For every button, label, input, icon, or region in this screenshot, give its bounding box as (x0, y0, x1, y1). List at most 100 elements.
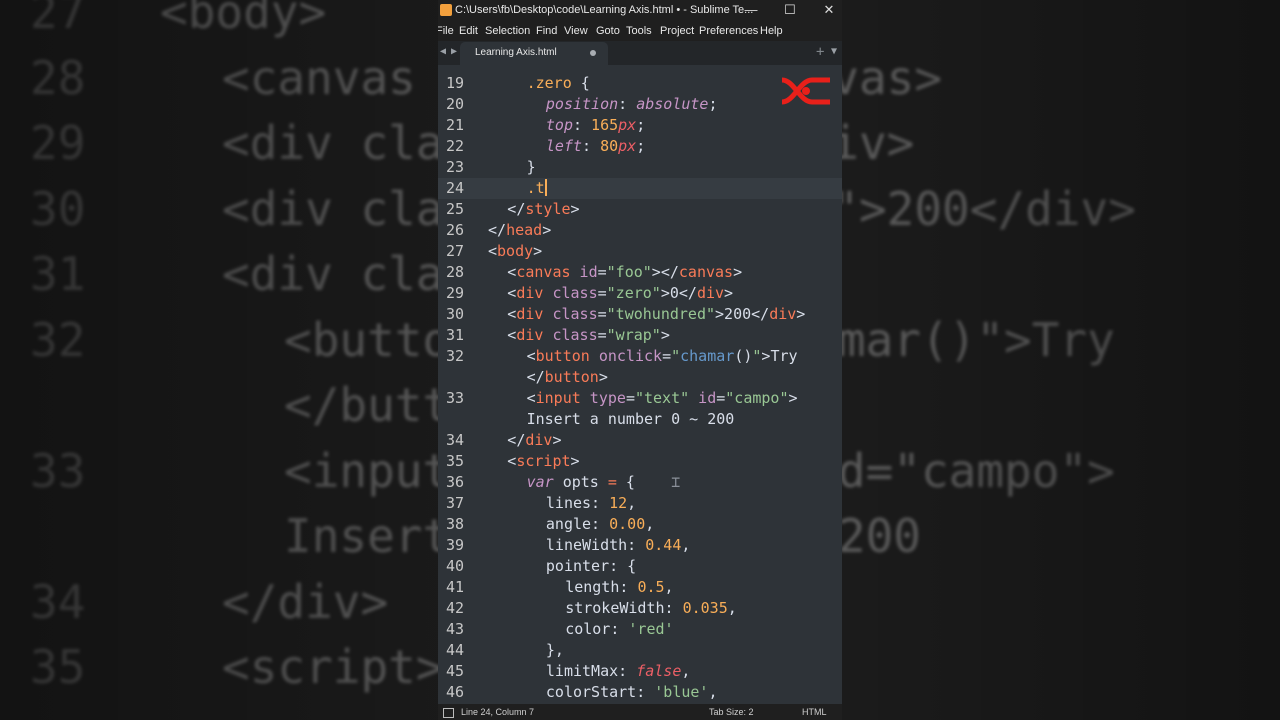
code-token: angle (545, 515, 592, 533)
code-editor[interactable]: 19 .zero {20 position: absolute; 21 top: 165… (438, 65, 842, 704)
line-number: 46 (446, 683, 465, 701)
code-line[interactable]: 37 lines: 12, (438, 493, 842, 514)
code-line[interactable]: 40 pointer: { (438, 556, 842, 577)
menu-goto[interactable]: Goto (596, 25, 620, 37)
code-line[interactable]: 22 left: 80px; (438, 136, 842, 157)
code-token: "text" (634, 389, 690, 407)
code-line[interactable]: 42 strokeWidth: 0.035, (438, 598, 842, 619)
unsaved-dot-icon[interactable] (590, 50, 596, 56)
code-line[interactable]: 36 var opts = { ⌶ (438, 472, 842, 493)
new-tab-plus-icon[interactable]: + (816, 44, 824, 60)
code-line[interactable]: 41 length: 0.5, (438, 577, 842, 598)
menu-find[interactable]: Find (536, 25, 557, 37)
code-token: : (582, 137, 601, 155)
syntax-mode[interactable]: HTML (802, 707, 827, 717)
code-line[interactable]: 44}, (438, 640, 842, 661)
sublime-window: C:\Users\fb\Desktop\code\Learning Axis.h… (438, 0, 842, 720)
code-line[interactable]: </button> (438, 367, 842, 388)
code-line[interactable]: 46 colorStart: 'blue', (438, 682, 842, 703)
code-token: > (796, 305, 806, 323)
code-token: onclick (589, 347, 663, 365)
tab-size[interactable]: Tab Size: 2 (709, 707, 754, 717)
code-token: div (769, 305, 797, 323)
code-token: : (618, 662, 637, 680)
code-token: , (645, 515, 655, 533)
code-token: top (545, 116, 573, 134)
code-token: = (716, 389, 726, 407)
code-line[interactable]: Insert a number 0 ~ 200 (438, 409, 842, 430)
code-line[interactable]: 26 </head> (438, 220, 842, 241)
code-token: div (696, 284, 725, 302)
code-token: > (552, 431, 562, 449)
panel-toggle-icon[interactable] (443, 708, 454, 718)
code-line[interactable]: 32 <button onclick="chamar()">Try (438, 346, 842, 367)
code-line[interactable]: 27 <body> (438, 241, 842, 262)
code-token: </ (751, 305, 770, 323)
code-token: "campo" (725, 389, 789, 407)
code-line[interactable]: 45 limitMax: false, (438, 661, 842, 682)
menu-help[interactable]: Help (760, 25, 783, 37)
menu-view[interactable]: View (564, 25, 588, 37)
menu-edit[interactable]: Edit (459, 25, 478, 37)
code-line[interactable]: 30 <div class="twohundred">200</div> (438, 304, 842, 325)
code-token: : (591, 515, 610, 533)
code-token: , (681, 662, 691, 680)
code-line[interactable]: 31 <div class="wrap"> (438, 325, 842, 346)
code-text: limitMax: false, (546, 661, 691, 682)
code-token: : (636, 683, 655, 701)
code-token: ; (636, 137, 646, 155)
code-token: : (619, 578, 638, 596)
code-line[interactable]: 24 .t (438, 178, 842, 199)
code-token: lines (545, 494, 592, 512)
code-token: = (607, 473, 617, 491)
cursor-position[interactable]: Line 24, Column 7 (461, 707, 534, 717)
line-number: 44 (446, 641, 465, 659)
code-token: " (671, 347, 681, 365)
code-token: = (625, 389, 635, 407)
code-token: ⌶ (634, 473, 681, 491)
menu-selection[interactable]: Selection (485, 25, 530, 37)
line-number: 45 (446, 662, 465, 680)
code-token: = (662, 347, 672, 365)
code-line[interactable]: 28 <canvas id="foo"></canvas> (438, 262, 842, 283)
code-line[interactable]: 34 </div> (438, 430, 842, 451)
code-line[interactable]: 43 color: 'red' (438, 619, 842, 640)
code-line[interactable]: 29 <div class="zero">0</div> (438, 283, 842, 304)
close-button[interactable]: ✕ (814, 2, 842, 19)
code-text: </div> (507, 430, 561, 451)
tab-scroll-left-icon[interactable]: ◀ (440, 46, 446, 57)
code-token: input (535, 389, 581, 407)
code-line[interactable]: 33 <input type="text" id="campo"> (438, 388, 842, 409)
tab-list-dropdown-icon[interactable]: ▼ (831, 46, 837, 57)
code-token: < (526, 389, 536, 407)
code-line[interactable]: 39 lineWidth: 0.44, (438, 535, 842, 556)
code-token: type (580, 389, 626, 407)
line-number: 37 (446, 494, 465, 512)
code-token: false (636, 662, 682, 680)
code-line[interactable]: 25 </style> (438, 199, 842, 220)
code-token: > (724, 284, 734, 302)
code-token: div (516, 326, 544, 344)
code-token: style (525, 200, 571, 218)
code-text: lines: 12, (546, 493, 636, 514)
menu-tools[interactable]: Tools (626, 25, 652, 37)
maximize-button[interactable]: ☐ (775, 2, 805, 19)
tab-scroll-right-icon[interactable]: ▶ (451, 46, 457, 57)
menu-file[interactable]: File (438, 25, 454, 37)
tab-learning-axis[interactable]: Learning Axis.html (460, 42, 608, 65)
code-token: < (507, 452, 517, 470)
code-line[interactable]: 35 <script> (438, 451, 842, 472)
line-number: 26 (446, 221, 465, 239)
code-line[interactable]: 23} (438, 157, 842, 178)
line-number: 27 (446, 242, 465, 260)
code-token: > (660, 326, 670, 344)
line-number: 21 (446, 116, 465, 134)
code-token: ; (636, 116, 646, 134)
background-shade-left (0, 0, 438, 720)
code-token: , (727, 599, 737, 617)
minimize-button[interactable]: — (736, 2, 766, 19)
code-line[interactable]: 21 top: 165px; (438, 115, 842, 136)
menu-project[interactable]: Project (660, 25, 694, 37)
code-line[interactable]: 38 angle: 0.00, (438, 514, 842, 535)
menu-preferences[interactable]: Preferences (699, 25, 758, 37)
